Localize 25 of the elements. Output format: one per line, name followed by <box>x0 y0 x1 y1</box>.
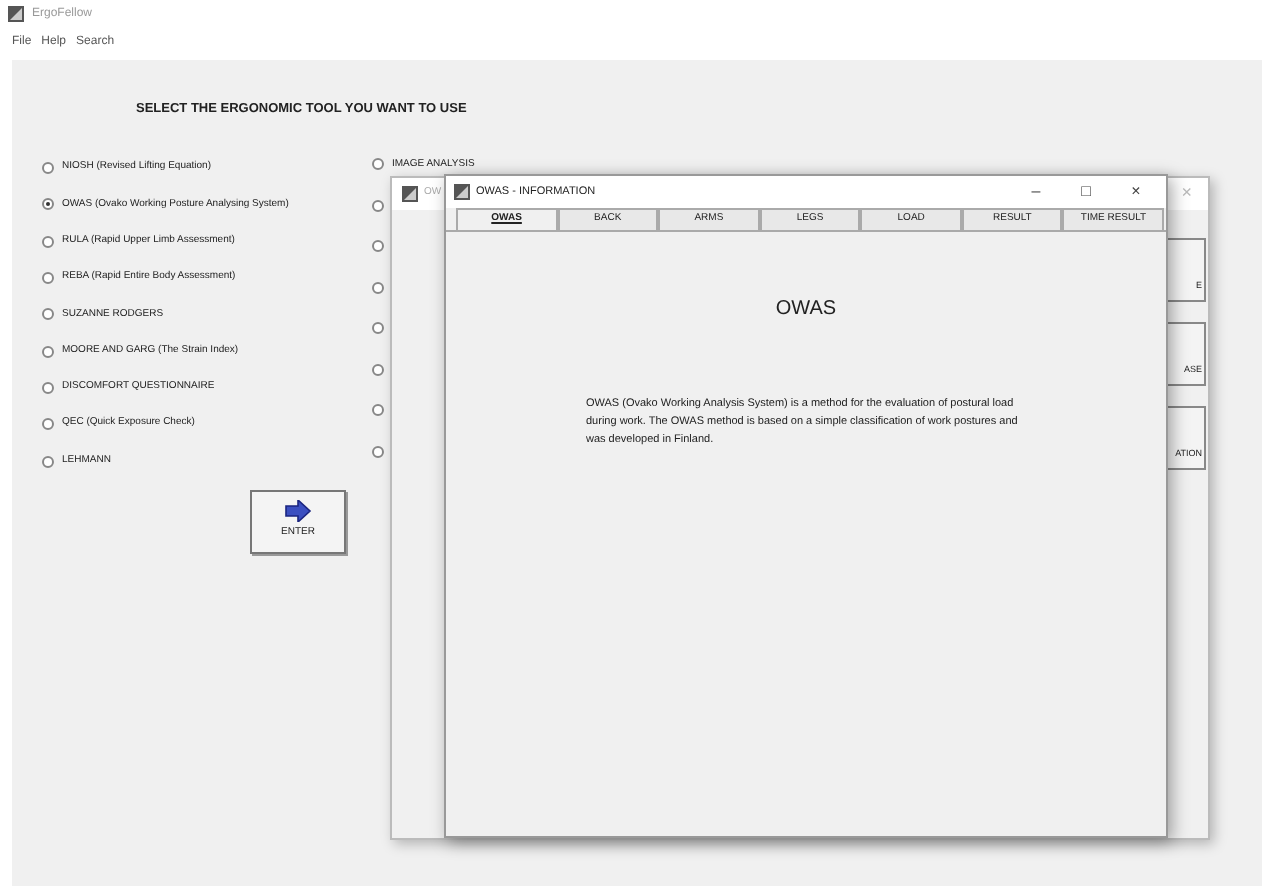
app-icon <box>8 6 24 22</box>
radio-button[interactable] <box>42 272 54 285</box>
radio-button[interactable] <box>42 235 54 248</box>
window-control[interactable]: – <box>1014 180 1058 204</box>
window-control[interactable]: □ <box>1064 180 1108 204</box>
radio-button[interactable] <box>42 381 54 394</box>
radio-button[interactable] <box>42 162 54 175</box>
radio-button[interactable] <box>372 445 384 458</box>
radio-button[interactable] <box>372 281 384 294</box>
radio-button[interactable] <box>42 418 54 431</box>
radio-button[interactable] <box>372 240 384 253</box>
radio-button[interactable] <box>372 322 384 335</box>
arrow-icon <box>284 500 312 523</box>
radio-button[interactable] <box>42 198 54 211</box>
radio-button[interactable] <box>372 404 384 417</box>
radio-button[interactable] <box>42 455 54 468</box>
radio-button[interactable] <box>372 363 384 376</box>
radio-button[interactable] <box>42 308 54 321</box>
window-control[interactable]: × <box>1114 180 1158 204</box>
radio-button[interactable] <box>372 199 384 212</box>
radio-button[interactable] <box>372 158 384 171</box>
radio-button[interactable] <box>42 345 54 358</box>
app-icon <box>454 184 470 200</box>
app-icon <box>402 186 418 202</box>
info-heading: OWAS <box>775 296 837 324</box>
